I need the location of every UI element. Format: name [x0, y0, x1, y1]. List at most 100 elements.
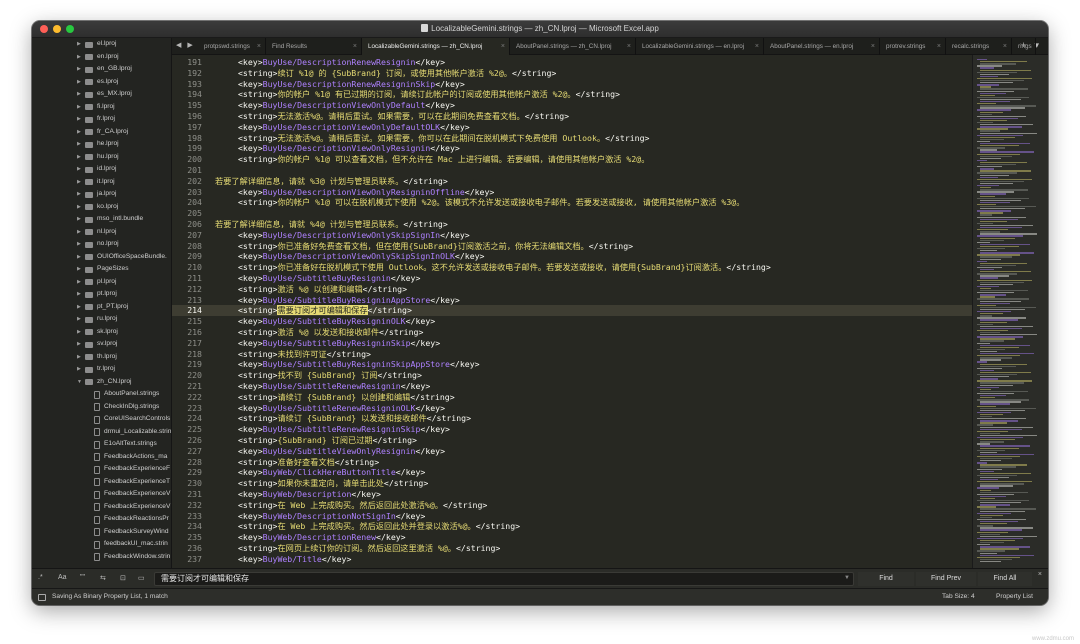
regex-toggle[interactable]: .* [38, 574, 43, 581]
tab-close-icon[interactable]: × [501, 38, 505, 55]
sidebar-folder-item[interactable]: ▼ zh_CN.lproj [32, 376, 171, 389]
sidebar-folder-item[interactable]: ▶ pt_PT.lproj [32, 301, 171, 314]
sidebar-file-item[interactable]: AboutPanel.strings [32, 388, 171, 401]
sidebar-folder-item[interactable]: ▶ es.lproj [32, 76, 171, 89]
sidebar-folder-item[interactable]: ▶ he.lproj [32, 138, 171, 151]
disclosure-closed-icon[interactable]: ▶ [77, 351, 81, 364]
sidebar-folder-item[interactable]: ▶ OUIOfficeSpaceBundle. [32, 251, 171, 264]
code-editor[interactable]: 191 <key>BuyUse/DescriptionRenewResignin<… [172, 55, 972, 568]
disclosure-closed-icon[interactable]: ▶ [77, 363, 81, 376]
disclosure-closed-icon[interactable]: ▶ [77, 76, 81, 89]
disclosure-closed-icon[interactable]: ▶ [77, 163, 81, 176]
sidebar-file-item[interactable]: FeedbackReactionsPr [32, 513, 171, 526]
sidebar-folder-item[interactable]: ▶ hu.lproj [32, 151, 171, 164]
find-history-dropdown-icon[interactable]: ▼ [844, 575, 850, 581]
tab[interactable]: recalc.strings × [946, 38, 1012, 55]
tab[interactable]: AboutPanel.strings — zh_CN.lproj × [510, 38, 636, 55]
tab-close-icon[interactable]: × [755, 38, 759, 55]
tab-size-selector[interactable]: Tab Size: 4 [942, 589, 975, 605]
sidebar-folder-item[interactable]: ▶ pt.lproj [32, 288, 171, 301]
tab-close-icon[interactable]: × [937, 38, 941, 55]
disclosure-open-icon[interactable]: ▼ [77, 376, 82, 389]
disclosure-closed-icon[interactable]: ▶ [77, 201, 81, 214]
disclosure-closed-icon[interactable]: ▶ [77, 213, 81, 226]
tab-close-icon[interactable]: × [627, 38, 631, 55]
sidebar-file-item[interactable]: E1oAltText.strings [32, 438, 171, 451]
disclosure-closed-icon[interactable]: ▶ [77, 51, 81, 64]
disclosure-closed-icon[interactable]: ▶ [77, 151, 81, 164]
sidebar-folder-item[interactable]: ▶ tr.lproj [32, 363, 171, 376]
sidebar-file-item[interactable]: FeedbackSurveyWind [32, 526, 171, 539]
tab[interactable]: Find Results × [266, 38, 362, 55]
disclosure-closed-icon[interactable]: ▶ [77, 126, 81, 139]
sidebar-folder-item[interactable]: ▶ fi.lproj [32, 101, 171, 114]
sidebar-folder-item[interactable]: ▶ no.lproj [32, 238, 171, 251]
disclosure-closed-icon[interactable]: ▶ [77, 326, 81, 339]
panel-toggle-icon[interactable] [38, 594, 46, 601]
disclosure-closed-icon[interactable]: ▶ [77, 238, 81, 251]
sidebar-file-item[interactable]: drmui_Localizable.strin [32, 426, 171, 439]
tab[interactable]: protrev.strings × [880, 38, 946, 55]
find-input[interactable]: 需要订阅才可编辑和保存 [154, 572, 854, 586]
sidebar-folder-item[interactable]: ▶ en_GB.lproj [32, 63, 171, 76]
sidebar-folder-item[interactable]: ▶ id.lproj [32, 163, 171, 176]
disclosure-closed-icon[interactable]: ▶ [77, 188, 81, 201]
sidebar-file-item[interactable]: FeedbackWindow.strin [32, 551, 171, 564]
disclosure-closed-icon[interactable]: ▶ [77, 288, 81, 301]
sidebar-file-item[interactable]: FeedbackExperienceV [32, 488, 171, 501]
find-all-button[interactable]: Find All [978, 572, 1032, 586]
sidebar-folder-item[interactable]: ▶ sv.lproj [32, 338, 171, 351]
disclosure-closed-icon[interactable]: ▶ [77, 301, 81, 314]
sidebar-folder-item[interactable]: ▶ fr_CA.lproj [32, 126, 171, 139]
minimap[interactable] [972, 55, 1048, 568]
syntax-selector[interactable]: Property List [996, 589, 1033, 605]
sidebar-folder-item[interactable]: ▶ ru.lproj [32, 313, 171, 326]
sidebar-file-item[interactable]: CoreUISearchControls [32, 413, 171, 426]
tab[interactable]: LocalizableGemini.strings — en.lproj × [636, 38, 764, 55]
disclosure-closed-icon[interactable]: ▶ [77, 88, 81, 101]
disclosure-closed-icon[interactable]: ▶ [77, 63, 81, 76]
tab[interactable]: AboutPanel.strings — en.lproj × [764, 38, 880, 55]
disclosure-closed-icon[interactable]: ▶ [77, 263, 81, 276]
sidebar-folder-item[interactable]: ▶ sk.lproj [32, 326, 171, 339]
disclosure-closed-icon[interactable]: ▶ [77, 176, 81, 189]
find-prev-button[interactable]: Find Prev [916, 572, 976, 586]
disclosure-closed-icon[interactable]: ▶ [77, 313, 81, 326]
disclosure-closed-icon[interactable]: ▶ [77, 101, 81, 114]
sidebar-file-item[interactable]: FeedbackExperienceT [32, 476, 171, 489]
close-icon[interactable]: × [1038, 571, 1042, 578]
sidebar-folder-item[interactable]: ▶ es_MX.lproj [32, 88, 171, 101]
disclosure-closed-icon[interactable]: ▶ [77, 226, 81, 239]
tab-close-icon[interactable]: × [1003, 38, 1007, 55]
sidebar-folder-item[interactable]: ▶ th.lproj [32, 351, 171, 364]
sidebar-folder-item[interactable]: ▶ PageSizes [32, 263, 171, 276]
tab-close-icon[interactable]: × [353, 38, 357, 55]
wrap-toggle[interactable]: ⇆ [100, 574, 106, 582]
sidebar-folder-item[interactable]: ▶ nl.lproj [32, 226, 171, 239]
case-sensitive-toggle[interactable]: Aa [58, 574, 67, 581]
sidebar-folder-item[interactable]: ▶ en.lproj [32, 51, 171, 64]
sidebar-folder-item[interactable]: ▶ ko.lproj [32, 201, 171, 214]
sidebar-file-item[interactable]: FeedbackExperienceV [32, 501, 171, 514]
sidebar-folder-item[interactable]: ▶ el.lproj [32, 38, 171, 51]
disclosure-closed-icon[interactable]: ▶ [77, 251, 81, 264]
tab-active[interactable]: LocalizableGemini.strings — zh_CN.lproj × [362, 38, 510, 55]
disclosure-closed-icon[interactable]: ▶ [77, 338, 81, 351]
tab-close-icon[interactable]: × [257, 38, 261, 55]
sidebar-file-item[interactable]: FeedbackActions_ma [32, 451, 171, 464]
sidebar-file-item[interactable]: FeedbackExperienceF [32, 463, 171, 476]
disclosure-closed-icon[interactable]: ▶ [77, 276, 81, 289]
sidebar-folder-item[interactable]: ▶ mso_intl.bundle [32, 213, 171, 226]
find-button[interactable]: Find [858, 572, 914, 586]
tab-close-icon[interactable]: × [871, 38, 875, 55]
disclosure-closed-icon[interactable]: ▶ [77, 113, 81, 126]
disclosure-closed-icon[interactable]: ▶ [77, 138, 81, 151]
tab-navigation-arrows[interactable]: ◀ ▶ [176, 41, 195, 49]
sidebar-folder-item[interactable]: ▶ pl.lproj [32, 276, 171, 289]
sidebar-folder-item[interactable]: ▶ fr.lproj [32, 113, 171, 126]
tab[interactable]: protpswd.strings × [198, 38, 266, 55]
in-selection-toggle[interactable]: ⊡ [120, 574, 126, 582]
sidebar-folder-item[interactable]: ▶ it.lproj [32, 176, 171, 189]
tab[interactable]: rings [1012, 38, 1036, 55]
whole-word-toggle[interactable]: "" [80, 574, 85, 581]
